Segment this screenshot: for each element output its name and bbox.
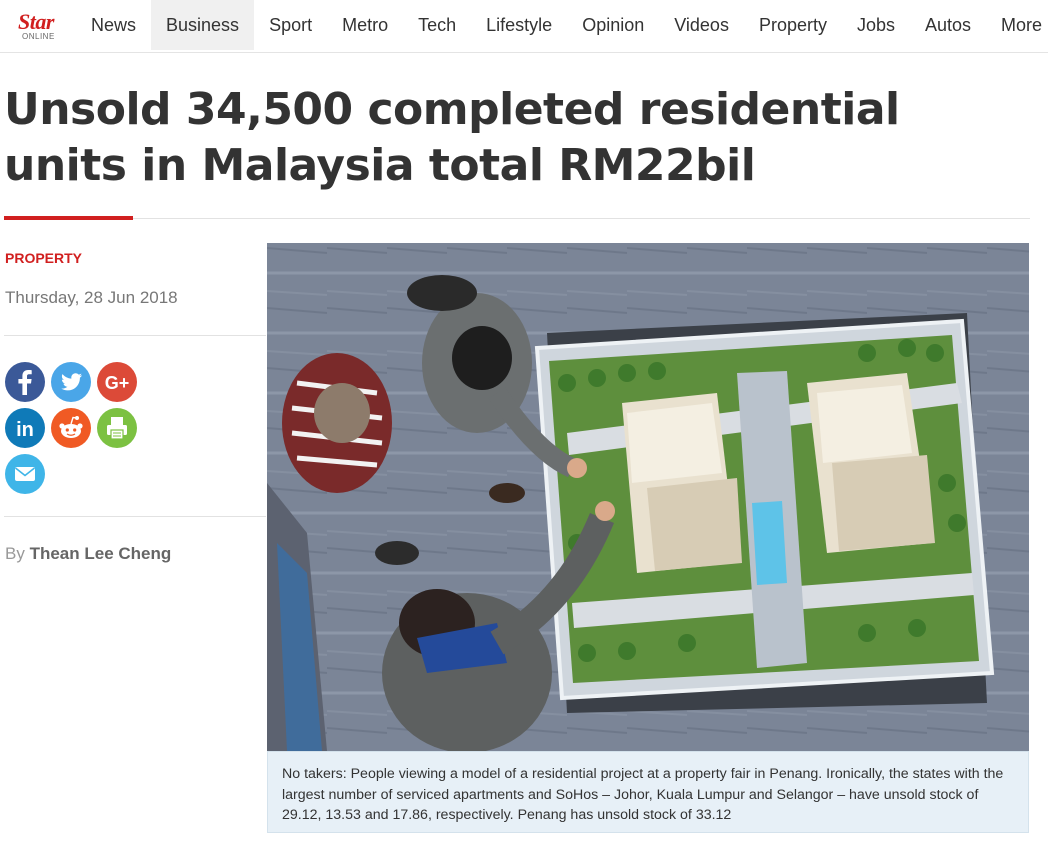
nav-item-property[interactable]: Property <box>744 0 842 50</box>
share-google-plus-button[interactable]: G+ <box>97 362 137 402</box>
twitter-icon <box>61 373 82 391</box>
article-byline: By Thean Lee Cheng <box>5 544 171 564</box>
share-email-button[interactable] <box>5 454 45 494</box>
email-icon <box>15 467 35 481</box>
byline-prefix: By <box>5 544 25 563</box>
share-facebook-button[interactable] <box>5 362 45 402</box>
nav-menu: News Business Sport Metro Tech Lifestyle… <box>76 0 1048 52</box>
author-link[interactable]: Thean Lee Cheng <box>30 544 172 563</box>
nav-item-news[interactable]: News <box>76 0 151 50</box>
share-divider <box>4 516 266 517</box>
nav-item-jobs[interactable]: Jobs <box>842 0 910 50</box>
share-twitter-button[interactable] <box>51 362 91 402</box>
share-linkedin-button[interactable]: in <box>5 408 45 448</box>
print-icon <box>107 417 127 440</box>
facebook-icon <box>18 370 32 395</box>
headline-accent-bar <box>4 216 133 220</box>
nav-item-sport[interactable]: Sport <box>254 0 327 50</box>
reddit-icon <box>59 416 83 438</box>
nav-item-metro[interactable]: Metro <box>327 0 403 50</box>
headline-divider <box>4 218 1030 219</box>
article-photo <box>267 243 1029 751</box>
article-category[interactable]: PROPERTY <box>5 250 82 266</box>
linkedin-icon: in <box>16 419 34 441</box>
star-online-logo[interactable]: Star ONLINE <box>14 9 66 43</box>
photo-caption: No takers: People viewing a model of a r… <box>267 751 1029 833</box>
article-date: Thursday, 28 Jun 2018 <box>5 288 178 307</box>
nav-item-opinion[interactable]: Opinion <box>567 0 659 50</box>
share-reddit-button[interactable] <box>51 408 91 448</box>
share-print-button[interactable] <box>97 408 137 448</box>
google-plus-icon: G+ <box>105 373 130 393</box>
nav-item-autos[interactable]: Autos <box>910 0 986 50</box>
svg-text:G+: G+ <box>105 373 130 393</box>
nav-item-videos[interactable]: Videos <box>659 0 744 50</box>
nav-item-tech[interactable]: Tech <box>403 0 471 50</box>
meta-divider <box>4 335 266 336</box>
svg-text:in: in <box>16 419 34 441</box>
nav-item-business[interactable]: Business <box>151 0 255 50</box>
nav-item-lifestyle[interactable]: Lifestyle <box>471 0 567 50</box>
nav-item-more[interactable]: More <box>986 0 1048 50</box>
top-nav: Star ONLINE News Business Sport Metro Te… <box>0 0 1048 53</box>
logo-subtitle: ONLINE <box>22 32 55 41</box>
article-headline: Unsold 34,500 completed residential unit… <box>4 84 900 191</box>
